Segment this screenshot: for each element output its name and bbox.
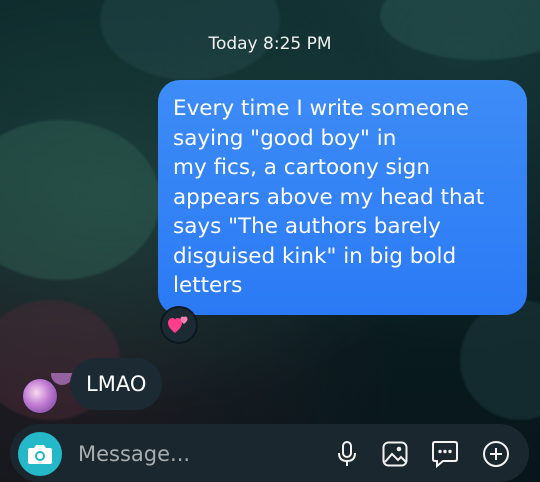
sticker-button[interactable] [430, 439, 460, 469]
image-icon [382, 441, 408, 467]
camera-button[interactable] [18, 432, 62, 476]
camera-icon [28, 445, 52, 464]
heart-reaction-badge[interactable] [160, 306, 198, 344]
incoming-message-text: LMAO [86, 372, 147, 396]
incoming-message-bubble[interactable]: LMAO [70, 358, 163, 410]
message-line: saying "good boy" in [173, 125, 397, 151]
chat-bubble-icon [432, 441, 458, 468]
background-decoration [460, 300, 540, 420]
voice-message-button[interactable] [332, 439, 362, 469]
message-line: Every time I write someone [173, 96, 469, 121]
outgoing-message-bubble[interactable]: Every time I write someone saying "good … [158, 80, 527, 315]
microphone-icon [338, 441, 356, 466]
plus-circle-icon [483, 441, 509, 467]
message-line: my fics, a cartoony sign [173, 155, 430, 180]
background-decoration [0, 120, 160, 280]
more-options-button[interactable] [481, 439, 511, 469]
message-input[interactable] [76, 438, 300, 470]
hearts-icon [168, 316, 188, 333]
message-line: letters [173, 273, 243, 298]
message-line: appears above my head that [173, 184, 485, 210]
message-timestamp: Today 8:25 PM [208, 34, 332, 54]
message-composer [10, 424, 529, 482]
sender-avatar[interactable] [22, 373, 73, 414]
message-line: disguised kink" in big bold [173, 243, 457, 269]
message-line: says "The authors barely [173, 214, 441, 239]
gallery-button[interactable] [380, 439, 410, 469]
